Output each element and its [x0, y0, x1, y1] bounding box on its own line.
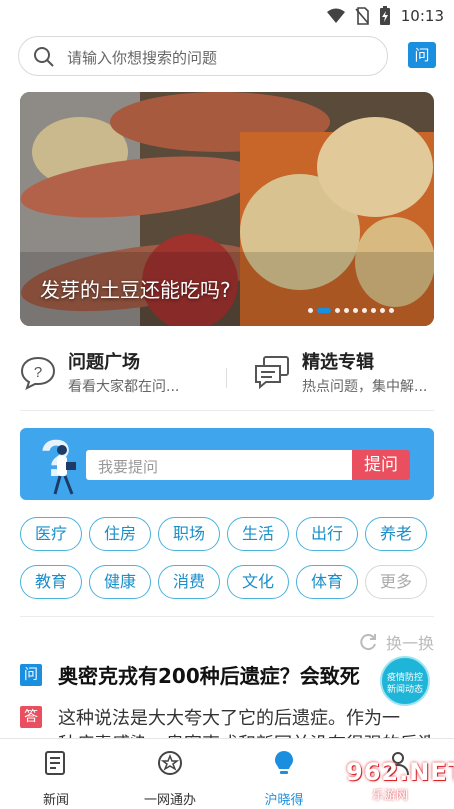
carousel-dot — [371, 308, 376, 313]
divider — [20, 616, 434, 617]
ask-card: ? 我要提问 提问 — [20, 428, 434, 500]
tag-chip[interactable]: 生活 — [227, 517, 289, 551]
ask-button[interactable]: 提问 — [352, 450, 410, 480]
tag-chip[interactable]: 住房 — [89, 517, 151, 551]
nav-label: 一网通办 — [143, 793, 196, 808]
banner-carousel[interactable]: 发芽的土豆还能吃吗? — [20, 92, 434, 326]
answer-badge: 答 — [20, 706, 42, 728]
nav-label: 沪晓得 — [264, 793, 304, 808]
tag-chip[interactable]: 消费 — [158, 565, 220, 599]
refresh-button[interactable]: 换一换 — [358, 630, 434, 654]
more-tags-button[interactable]: 更多 — [365, 565, 427, 599]
search-icon — [34, 47, 54, 67]
refresh-icon — [360, 634, 376, 651]
carousel-dot — [380, 308, 385, 313]
feature-title: 问题广场 — [68, 352, 140, 373]
question-badge: 问 — [20, 664, 42, 686]
nav-label: 新闻 — [42, 793, 69, 808]
answer-line: 种病毒感染，奥密克戎和新冠并没有很强的后遗症 — [58, 730, 430, 738]
feature-subtitle: 看看大家都在问... — [68, 379, 180, 395]
tag-chip[interactable]: 出行 — [296, 517, 358, 551]
feature-subtitle: 热点问题，集中解... — [302, 379, 428, 395]
ask-placeholder: 我要提问 — [98, 458, 159, 476]
carousel-dot — [344, 308, 349, 313]
nav-one-stop-service[interactable]: 一网通办 — [120, 739, 220, 809]
status-bar: 10:13 — [0, 0, 454, 30]
refresh-label: 换一换 — [385, 634, 434, 653]
watermark-subtext: 乐游网 — [372, 788, 409, 802]
feature-row: ? 问题广场 看看大家都在问... 精选专辑 热点问题，集中解... — [20, 346, 434, 402]
carousel-indicator — [308, 308, 394, 313]
tag-chip[interactable]: 教育 — [20, 565, 82, 599]
carousel-dot-active — [317, 308, 331, 313]
epidemic-news-badge[interactable]: 疫情防控 新闻动态 — [380, 656, 430, 706]
banner-caption: 发芽的土豆还能吃吗? — [40, 278, 231, 302]
service-icon — [158, 751, 182, 775]
site-watermark-logo: 962.NET 乐游网 — [342, 756, 454, 806]
carousel-dot — [362, 308, 367, 313]
nav-news[interactable]: 新闻 — [6, 739, 106, 809]
featured-answer[interactable]: 答 这种说法是大大夸大了它的后遗症。作为一 种病毒感染，奥密克戎和新冠并没有很强… — [20, 704, 430, 738]
float-badge-line: 疫情防控 — [386, 673, 423, 683]
clock: 10:13 — [400, 7, 444, 25]
carousel-dot — [353, 308, 358, 313]
wifi-icon — [326, 8, 345, 23]
tag-chip[interactable]: 养老 — [365, 517, 427, 551]
search-placeholder: 请输入你想搜索的问题 — [67, 49, 218, 67]
tag-chip[interactable]: 职场 — [158, 517, 220, 551]
carousel-dot — [389, 308, 394, 313]
float-badge-line: 新闻动态 — [386, 685, 423, 695]
battery-charging-icon — [379, 6, 390, 25]
tag-chip[interactable]: 健康 — [89, 565, 151, 599]
search-row: 请输入你想搜索的问题 问 — [18, 36, 436, 78]
no-sim-icon — [355, 7, 369, 25]
news-icon — [45, 751, 65, 775]
bulb-icon — [275, 751, 293, 774]
ask-question-icon[interactable]: 问 — [408, 42, 436, 68]
divider — [20, 410, 434, 411]
nav-huxiaode[interactable]: 沪晓得 — [234, 739, 334, 809]
chat-lines-icon — [255, 356, 289, 390]
ask-input[interactable]: 我要提问 — [86, 450, 354, 480]
divider — [226, 368, 227, 388]
carousel-dot — [335, 308, 340, 313]
chat-question-icon: ? — [20, 356, 56, 390]
tag-chip[interactable]: 文化 — [227, 565, 289, 599]
carousel-dot — [308, 308, 313, 313]
ask-illustration: ? — [40, 430, 76, 495]
search-input[interactable]: 请输入你想搜索的问题 — [18, 36, 388, 76]
svg-text:?: ? — [34, 364, 42, 381]
question-text: 奥密克戎有200种后遗症？会致死 — [58, 664, 360, 688]
featured-albums-entry[interactable]: 精选专辑 热点问题，集中解... — [254, 346, 434, 402]
answer-line: 这种说法是大大夸大了它的后遗症。作为一 — [58, 708, 400, 729]
watermark-text: 962.NET — [346, 758, 454, 786]
tag-chip[interactable]: 医疗 — [20, 517, 82, 551]
feature-title: 精选专辑 — [302, 352, 374, 373]
question-square-entry[interactable]: ? 问题广场 看看大家都在问... — [20, 346, 220, 402]
tag-chip[interactable]: 体育 — [296, 565, 358, 599]
